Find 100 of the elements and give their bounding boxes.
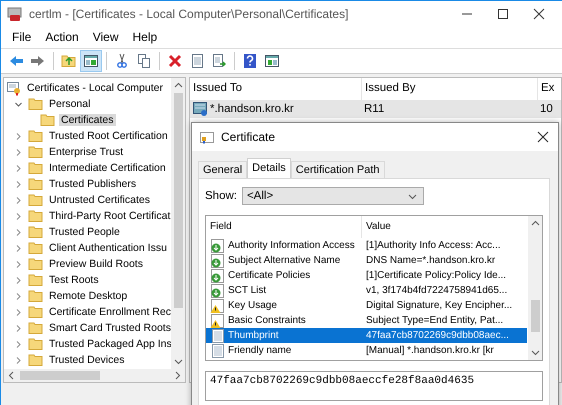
column-header[interactable]: Value xyxy=(362,216,527,238)
folder-icon xyxy=(28,256,44,272)
chevron-right-icon[interactable] xyxy=(14,356,23,364)
warning-icon xyxy=(210,312,226,328)
field-name: Thumbprint xyxy=(228,330,279,341)
field-row[interactable]: Key Usage Digital Signature, Key Encipher... xyxy=(206,298,527,313)
folder-up-icon[interactable] xyxy=(61,53,77,69)
folder-icon xyxy=(28,288,44,304)
scroll-thumb[interactable] xyxy=(20,371,100,380)
chevron-right-icon[interactable] xyxy=(14,340,23,348)
field-value: [Manual] *.handson.kro.kr [kr xyxy=(365,345,495,356)
scroll-left-icon[interactable] xyxy=(7,371,16,380)
scrollbar[interactable] xyxy=(4,369,185,382)
chevron-right-icon[interactable] xyxy=(14,260,23,268)
chevron-right-icon[interactable] xyxy=(14,276,23,284)
chevron-right-icon[interactable] xyxy=(14,180,23,188)
tree-item[interactable]: Trusted Root Certification xyxy=(47,130,170,142)
tree-item[interactable]: Certificates xyxy=(59,114,116,126)
chevron-right-icon[interactable] xyxy=(14,244,23,252)
menu-item[interactable]: View xyxy=(86,28,126,46)
chevron-right-icon[interactable] xyxy=(14,196,23,204)
tree-item[interactable]: Certificates - Local Computer xyxy=(25,82,165,94)
chevron-right-icon[interactable] xyxy=(14,308,23,316)
field-row[interactable]: Thumbprint 47faa7cb8702269c9dbb08aec... xyxy=(206,328,527,343)
field-row[interactable]: Certificate Policies [1]Certificate Policy:Policy Ide... xyxy=(206,268,527,283)
tree-item[interactable]: Preview Build Roots xyxy=(47,258,145,270)
value-field[interactable]: 47faa7cb8702269c9dbb08aeccfe28f8aa0d4635 xyxy=(205,371,543,401)
document-icon xyxy=(210,328,226,344)
field-row[interactable]: Subject Alternative Name DNS Name=*.handson.kro.kr xyxy=(206,253,527,268)
field-value: v1, 3f174b4fd7224758941d65... xyxy=(365,285,508,296)
console-tree-icon[interactable] xyxy=(83,53,99,69)
export-icon[interactable] xyxy=(211,53,227,69)
folder-icon xyxy=(28,160,44,176)
chevron-right-icon[interactable] xyxy=(14,324,23,332)
field-name: Key Usage xyxy=(228,300,277,311)
certificate-icon xyxy=(192,101,208,117)
scroll-thumb[interactable] xyxy=(174,93,183,308)
help-icon[interactable] xyxy=(242,53,258,69)
tree-item[interactable]: Smart Card Trusted Roots xyxy=(47,322,173,334)
copy-icon[interactable] xyxy=(136,53,152,69)
tab[interactable]: Certification Path xyxy=(290,161,385,178)
tree-item[interactable]: Certificate Enrollment Rec xyxy=(47,306,173,318)
menu-item[interactable]: File xyxy=(5,28,38,46)
field-row[interactable]: SCT List v1, 3f174b4fd7224758941d65... xyxy=(206,283,527,298)
folder-icon xyxy=(28,192,44,208)
certificate-icon xyxy=(199,129,215,145)
scroll-up-icon[interactable] xyxy=(530,219,540,228)
field-name: Friendly name xyxy=(228,345,292,356)
tree-item[interactable]: Personal xyxy=(47,98,92,110)
tree-item[interactable]: Client Authentication Issu xyxy=(47,242,169,254)
chevron-right-icon[interactable] xyxy=(14,292,23,300)
tree-item[interactable]: Trusted Packaged App Ins xyxy=(47,338,174,350)
chevron-right-icon[interactable] xyxy=(14,212,23,220)
list-row[interactable]: *.handson.kro.kr R11 10 xyxy=(190,100,561,118)
folder-icon xyxy=(40,112,56,128)
certificate-store-icon xyxy=(6,80,22,96)
caret-icon xyxy=(408,192,417,200)
menu-item[interactable]: Help xyxy=(126,28,164,46)
scroll-down-icon[interactable] xyxy=(530,348,540,357)
tree-item[interactable]: Trusted Devices xyxy=(47,354,126,366)
menu-item[interactable]: Action xyxy=(38,28,86,46)
show-dropdown[interactable]: <All> xyxy=(242,187,424,205)
chevron-right-icon[interactable] xyxy=(14,148,23,156)
extension-icon xyxy=(210,238,226,254)
field-row[interactable]: Friendly name [Manual] *.handson.kro.kr [kr xyxy=(206,343,527,358)
forward-arrow-icon[interactable] xyxy=(30,53,46,69)
tab[interactable]: Details xyxy=(247,158,291,178)
panel-icon[interactable] xyxy=(264,53,280,69)
chevron-right-icon[interactable] xyxy=(14,132,23,140)
chevron-right-icon[interactable] xyxy=(14,228,23,236)
tree-item[interactable]: Intermediate Certification xyxy=(47,162,168,174)
tree-item[interactable]: Remote Desktop xyxy=(47,290,130,302)
tree-item[interactable]: Third-Party Root Certificat xyxy=(47,210,172,222)
field-row[interactable]: Basic Constraints Subject Type=End Entity, Pat... xyxy=(206,313,527,328)
close-icon[interactable] xyxy=(536,130,550,144)
tree-item[interactable]: Enterprise Trust xyxy=(47,146,126,158)
show-label: Show: xyxy=(205,190,237,202)
scroll-thumb[interactable] xyxy=(531,300,540,332)
scroll-up-icon[interactable] xyxy=(174,81,182,90)
tree-item[interactable]: Trusted People xyxy=(47,226,122,238)
scrollbar[interactable] xyxy=(528,216,542,360)
tree-item[interactable]: Untrusted Certificates xyxy=(47,194,152,206)
tab[interactable]: General xyxy=(198,161,248,178)
document-icon[interactable] xyxy=(189,53,205,69)
field-row[interactable]: Authority Information Access [1]Authority Info Access: Acc... xyxy=(206,238,527,253)
chevron-right-icon[interactable] xyxy=(14,164,23,172)
field-name: Subject Alternative Name xyxy=(228,255,340,266)
folder-icon xyxy=(28,176,44,192)
dialog-title: Certificate xyxy=(221,130,276,144)
scissors-icon[interactable] xyxy=(114,53,130,69)
tree-item[interactable]: Test Roots xyxy=(47,274,101,286)
tree-item[interactable]: Trusted Publishers xyxy=(47,178,138,190)
delete-icon[interactable] xyxy=(167,53,183,69)
scroll-right-icon[interactable] xyxy=(173,371,182,380)
field-name: Certificate Policies xyxy=(228,270,310,281)
back-arrow-icon[interactable] xyxy=(8,53,24,69)
scrollbar[interactable] xyxy=(171,78,185,369)
scroll-down-icon[interactable] xyxy=(174,357,182,366)
column-header[interactable]: Field xyxy=(206,216,362,238)
chevron-down-icon[interactable] xyxy=(14,100,23,108)
